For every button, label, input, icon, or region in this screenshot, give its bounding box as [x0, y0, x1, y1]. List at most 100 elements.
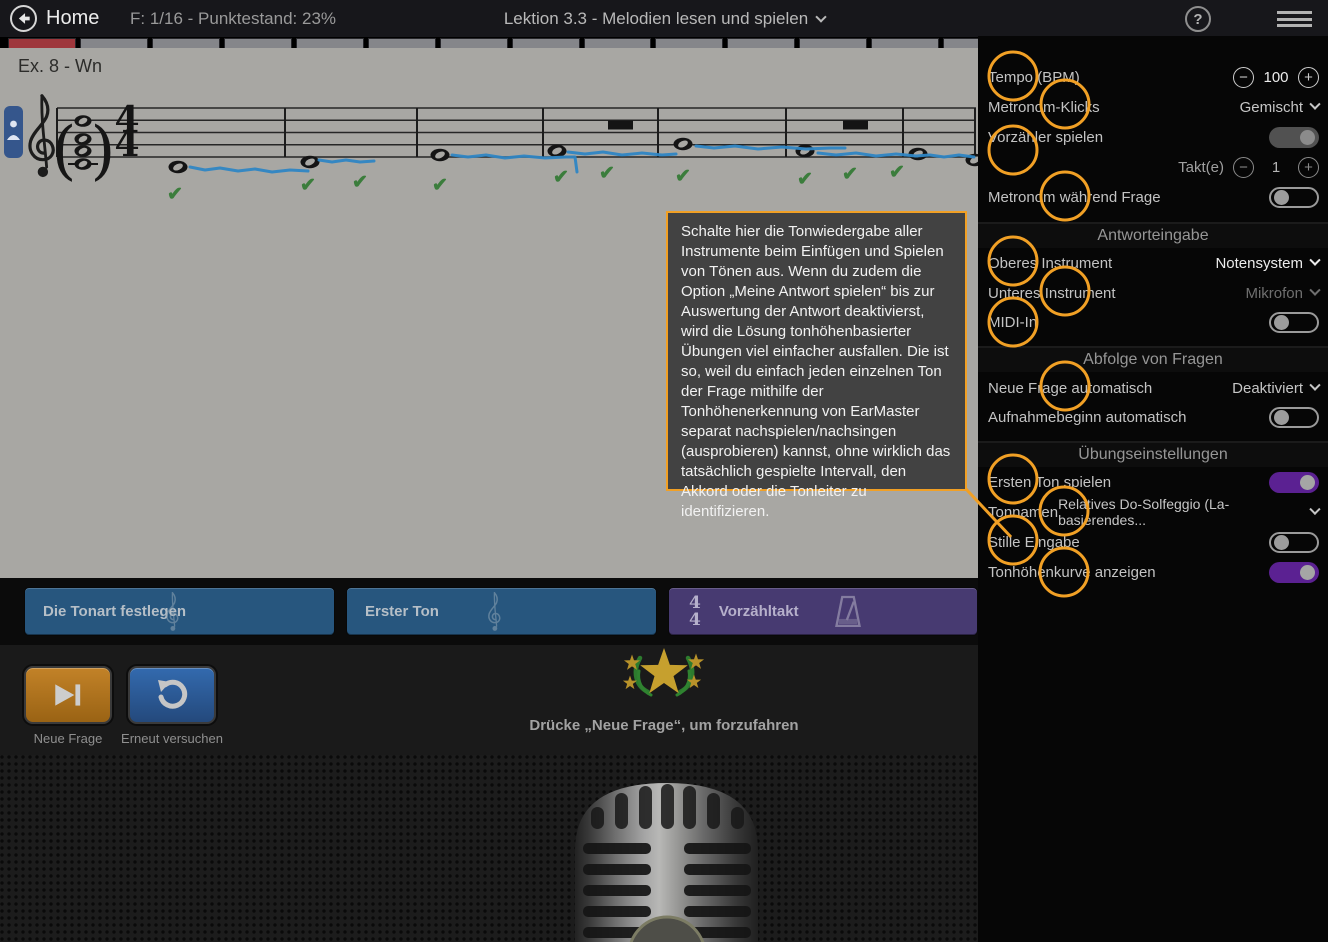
svg-text:✔: ✔ — [432, 175, 448, 196]
back-button[interactable] — [10, 5, 37, 32]
pitch-curve-label: Tonhöhenkurve anzeigen — [988, 564, 1156, 581]
pitch-curve-row: Tonhöhenkurve anzeigen — [978, 557, 1328, 587]
first-note-button[interactable]: Erster Ton — [346, 587, 657, 636]
metronome-clicks-dropdown[interactable]: Gemischt — [1240, 99, 1319, 116]
metronome-during-question-label: Metronom während Frage — [988, 189, 1161, 206]
treble-clef-icon — [163, 591, 181, 635]
bars-label: Takt(e) — [1178, 159, 1224, 176]
hamburger-menu-button[interactable] — [1277, 11, 1312, 27]
new-question-button[interactable] — [24, 666, 112, 724]
metronome-clicks-label: Metronom-Klicks — [988, 99, 1100, 116]
question-flow-header: Abfolge von Fragen — [978, 346, 1328, 372]
answer-input-header: Antworteingabe — [978, 222, 1328, 248]
exercise-label: Ex. 8 - Wn — [18, 56, 102, 77]
chevron-down-icon — [1309, 255, 1320, 266]
treble-clef-icon — [30, 96, 53, 177]
treble-clef-icon — [485, 591, 503, 635]
upper-instrument-row: Oberes Instrument Notensystem — [978, 248, 1328, 278]
lower-instrument-row: Unteres Instrument Mikrofon — [978, 278, 1328, 308]
midi-in-label: MIDI-In — [988, 314, 1037, 331]
svg-text:✔: ✔ — [352, 172, 368, 193]
note-names-dropdown[interactable]: Relatives Do-Solfeggio (La-basierendes..… — [1058, 496, 1319, 528]
tempo-decrease-button[interactable]: − — [1233, 67, 1254, 88]
exercise-action-bar: Die Tonart festlegen Erster Ton 44 Vorzä… — [0, 578, 978, 645]
microphone-icon — [560, 755, 774, 942]
tempo-row: Tempo (BPM) − 100 + — [978, 62, 1328, 92]
retry-button[interactable] — [128, 666, 216, 724]
pitch-curve-toggle[interactable] — [1269, 562, 1319, 583]
top-bar: Home F: 1/16 - Punktestand: 23% Lektion … — [0, 0, 1328, 37]
auto-record-row: Aufnahmebeginn automatisch — [978, 402, 1328, 432]
bars-decrease-button[interactable]: − — [1233, 157, 1254, 178]
new-question-auto-label: Neue Frage automatisch — [988, 380, 1152, 397]
back-arrow-icon — [15, 10, 32, 27]
count-in-bars-row: Takt(e) − 1 + — [978, 152, 1328, 182]
count-in-time-signature: 44 — [689, 595, 701, 627]
question-progress-label: F: 1/16 - Punktestand: 23% — [130, 9, 336, 29]
staff-lines — [57, 108, 976, 157]
svg-text:✔: ✔ — [675, 166, 691, 187]
time-signature: 4 4 — [114, 99, 139, 165]
microphone-panel — [0, 755, 978, 942]
svg-text:4: 4 — [114, 123, 139, 165]
settings-sidebar: Tempo (BPM) − 100 + Metronom-Klicks Gemi… — [978, 36, 1328, 942]
rests — [608, 121, 868, 130]
note-names-label: Tonnamen — [988, 504, 1058, 521]
svg-text:✔: ✔ — [797, 169, 813, 190]
lesson-title-dropdown[interactable]: Lektion 3.3 - Melodien lesen und spielen — [352, 9, 977, 29]
svg-text:✔: ✔ — [889, 162, 905, 183]
silent-input-toggle[interactable] — [1269, 532, 1319, 553]
correct-checkmarks: ✔ ✔ ✔ ✔ ✔ ✔ ✔ ✔ ✔ ✔ — [167, 162, 905, 205]
play-first-note-label: Ersten Ton spielen — [988, 474, 1111, 491]
count-in-toggle[interactable] — [1269, 127, 1319, 148]
key-chord: ( ) — [52, 114, 116, 188]
svg-text:): ) — [91, 114, 116, 188]
play-first-note-row: Ersten Ton spielen — [978, 467, 1328, 497]
metronome-during-question-row: Metronom während Frage — [978, 182, 1328, 212]
auto-record-toggle[interactable] — [1269, 407, 1319, 428]
note-names-row: Tonnamen Relatives Do-Solfeggio (La-basi… — [978, 497, 1328, 527]
metronome-icon — [833, 594, 863, 630]
chevron-down-icon — [1310, 504, 1321, 515]
skip-next-icon — [50, 681, 86, 709]
lower-instrument-dropdown[interactable]: Mikrofon — [1245, 285, 1319, 302]
tempo-value: 100 — [1263, 69, 1289, 86]
help-button[interactable]: ? — [1185, 6, 1211, 32]
transport-bar: Neue Frage Erneut versuchen — [0, 645, 978, 755]
midi-in-toggle[interactable] — [1269, 312, 1319, 333]
tempo-label: Tempo (BPM) — [988, 69, 1080, 86]
home-label[interactable]: Home — [46, 7, 99, 30]
svg-text:✔: ✔ — [167, 184, 183, 205]
svg-text:✔: ✔ — [300, 175, 316, 196]
count-in-row: Vorzähler spielen — [978, 122, 1328, 152]
svg-text:✔: ✔ — [553, 167, 569, 188]
svg-text:✔: ✔ — [599, 163, 615, 184]
help-tooltip-text: Schalte hier die Tonwiedergabe aller Ins… — [681, 223, 950, 520]
play-first-note-toggle[interactable] — [1269, 472, 1319, 493]
exercise-settings-header: Übungseinstellungen — [978, 441, 1328, 467]
set-key-button[interactable]: Die Tonart festlegen — [24, 587, 335, 636]
retry-icon — [155, 679, 189, 711]
chevron-down-icon — [1309, 99, 1320, 110]
count-in-button[interactable]: 44 Vorzähltakt — [668, 587, 978, 636]
score-stars — [594, 646, 734, 700]
metronome-clicks-row: Metronom-Klicks Gemischt — [978, 92, 1328, 122]
new-question-auto-dropdown[interactable]: Deaktiviert — [1232, 380, 1319, 397]
new-question-auto-row: Neue Frage automatisch Deaktiviert — [978, 373, 1328, 403]
lower-instrument-label: Unteres Instrument — [988, 285, 1116, 302]
metronome-during-question-toggle[interactable] — [1269, 187, 1319, 208]
upper-instrument-dropdown[interactable]: Notensystem — [1215, 255, 1319, 272]
count-in-label: Vorzähler spielen — [988, 129, 1103, 146]
silent-input-row: Stille Eingabe — [978, 527, 1328, 557]
help-tooltip: Schalte hier die Tonwiedergabe aller Ins… — [666, 211, 967, 491]
earmaster-window: Home F: 1/16 - Punktestand: 23% Lektion … — [0, 0, 1328, 942]
svg-text:✔: ✔ — [842, 164, 858, 185]
bars-increase-button[interactable]: + — [1298, 157, 1319, 178]
position-marker — [4, 106, 23, 158]
silent-input-label: Stille Eingabe — [988, 534, 1080, 551]
tempo-increase-button[interactable]: + — [1298, 67, 1319, 88]
chevron-down-icon — [1309, 380, 1320, 391]
upper-instrument-label: Oberes Instrument — [988, 255, 1112, 272]
svg-text:(: ( — [52, 114, 77, 188]
chevron-down-icon — [1309, 285, 1320, 296]
